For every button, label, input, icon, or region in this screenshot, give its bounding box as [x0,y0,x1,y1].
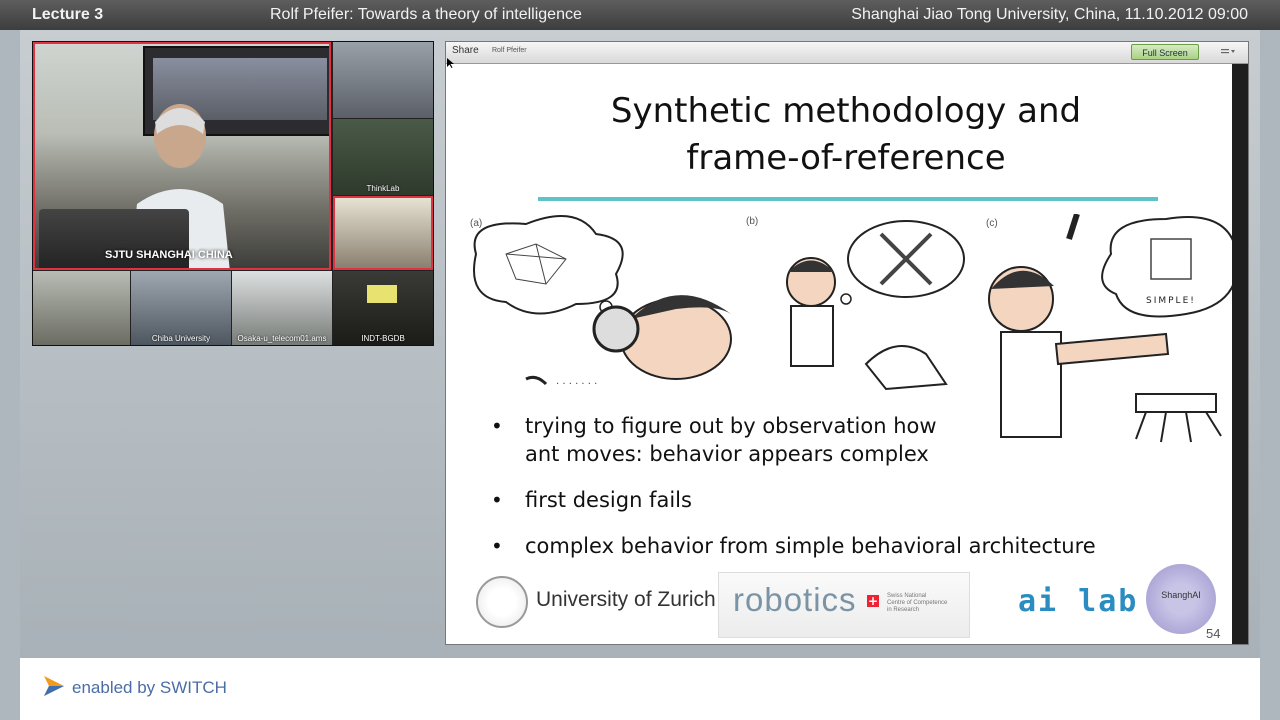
slide-title: Synthetic methodology and frame-of-refer… [546,88,1146,182]
video-tile-5[interactable]: Chiba University [131,271,231,345]
menu-icon[interactable] [1220,46,1236,58]
venue-datetime: Shanghai Jiao Tong University, China, 11… [851,6,1248,23]
switch-arrow-icon [44,676,64,696]
mouse-cursor-icon [447,58,454,68]
video-tile-label: Osaka-u_telecom01.ams [237,334,327,343]
bullet-text: first design fails [525,488,692,512]
uzh-seal-logo [476,576,528,628]
video-tile-2[interactable]: ThinkLab [333,119,433,195]
robotics-logo-subtitle: Swiss National Centre of Competence in R… [887,593,948,613]
top-bar: Lecture 3 Rolf Pfeifer: Towards a theory… [0,0,1280,30]
video-tile-label: ThinkLab [366,184,400,193]
svg-text:. . . . . . .: . . . . . . . [556,376,597,387]
robotics-logo: robotics + Swiss National Centre of Comp… [718,572,970,638]
video-tile-label: Chiba University [151,334,211,343]
video-panel[interactable]: SJTU SHANGHAI CHINA ThinkLab Chiba Unive… [32,41,434,346]
bullet-item: • trying to figure out by observation how… [491,414,937,466]
ailab-logo: ai lab [1018,584,1139,619]
slide-scrollbar[interactable] [1232,64,1248,644]
video-tile-3[interactable] [333,196,433,270]
video-tile-7[interactable]: INDT-BGDB [333,271,433,345]
slide-title-line-2: frame-of-reference [686,138,1006,178]
presenter-name: Rolf Pfeifer [492,47,527,54]
uzh-logo-text: University of Zurich [536,588,716,611]
bullet-item: • first design fails [491,488,692,512]
lecture-title: Rolf Pfeifer: Towards a theory of intell… [270,6,582,23]
shanghai-ai-logo: ShanghAI [1146,564,1216,634]
simple-bubble-text: SIMPLE! [1146,296,1196,306]
switch-brand-text: enabled by SWITCH [72,678,227,697]
bullet-text: trying to figure out by observation how … [525,414,937,466]
slide: Synthetic methodology and frame-of-refer… [446,64,1236,644]
shanghai-ai-text: ShanghAI [1161,590,1201,600]
video-tile-1[interactable] [333,42,433,118]
slide-title-line-1: Synthetic methodology and [610,91,1082,131]
bullet-list: • trying to figure out by observation how… [489,412,1209,578]
share-toolbar: Share Rolf Pfeifer Full Screen [446,42,1248,64]
share-panel: Share Rolf Pfeifer Full Screen Synthetic… [445,41,1249,645]
video-tile-label: INDT-BGDB [361,334,405,343]
main-video-label: SJTU SHANGHAI CHINA [105,249,233,261]
video-tile-6[interactable]: Osaka-u_telecom01.ams [232,271,332,345]
lecture-label: Lecture 3 [32,6,104,23]
bottom-bar: enabled by SWITCH [20,658,1260,720]
bullet-item: • complex behavior from simple behavioral… [491,534,1096,558]
title-rule [538,197,1158,201]
share-title: Share [452,45,479,56]
video-tile-4[interactable] [33,271,130,345]
logo-strip: University of Zurich robotics + Swiss Na… [446,564,1232,644]
full-screen-button[interactable]: Full Screen [1131,44,1199,60]
swiss-cross-icon: + [867,594,879,608]
main-video-feed[interactable]: SJTU SHANGHAI CHINA [33,42,331,270]
robotics-logo-text: robotics [733,581,857,618]
bullet-text: complex behavior from simple behavioral … [525,534,1096,558]
slide-page-number: 54 [1206,626,1221,641]
